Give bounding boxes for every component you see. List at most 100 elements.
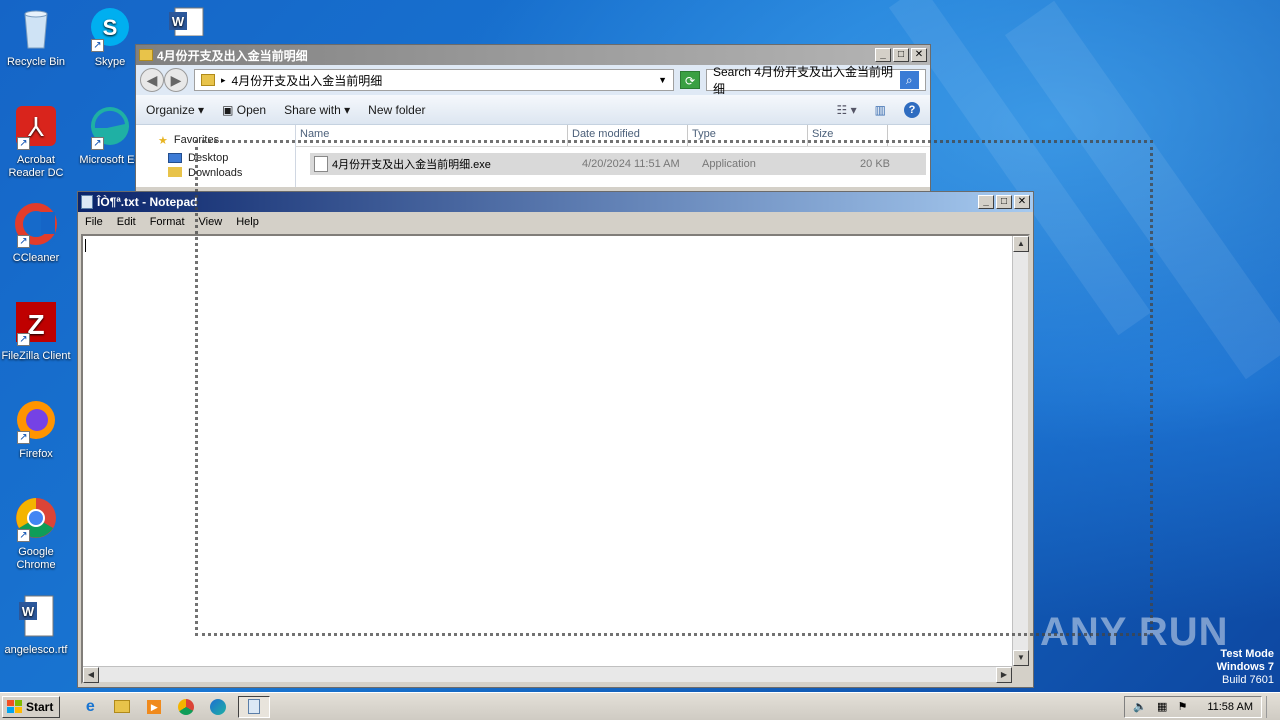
desktop-icon-acrobat[interactable]: ⅄ ↗ Acrobat Reader DC [0,104,72,180]
column-size[interactable]: Size [808,125,888,146]
flag-icon[interactable]: ⚑ [1177,700,1187,713]
desktop-icon-firefox[interactable]: ↗ Firefox [0,398,72,461]
text-editor[interactable]: ▲ ▼ ◀ ▶ [81,234,1030,684]
maximize-button[interactable]: □ [893,48,909,62]
explorer-titlebar[interactable]: 4月份开支及出入金当前明细 _ □ ✕ [136,45,930,65]
search-placeholder: Search 4月份开支及出入金当前明细 [713,65,894,96]
command-bar: Organize ▾ ▣ Open Share with ▾ New folde… [136,95,930,125]
address-bar[interactable]: ▸ 4月份开支及出入金当前明细 ▼ [194,69,674,91]
preview-pane-icon[interactable]: ▥ [875,103,886,117]
explorer-window[interactable]: 4月份开支及出入金当前明细 _ □ ✕ ◀ ▶ ▸ 4月份开支及出入金当前明细 … [135,44,931,194]
resize-grip[interactable] [1012,666,1028,682]
skype-icon: S ↗ [87,6,133,52]
ie-icon[interactable]: e [78,696,102,718]
search-icon[interactable]: ⌕ [899,71,919,89]
menu-view[interactable]: View [199,216,223,228]
shortcut-arrow-icon: ↗ [17,333,30,346]
forward-button[interactable]: ▶ [164,68,188,92]
media-player-icon[interactable]: ▶ [142,696,166,718]
address-row: ◀ ▶ ▸ 4月份开支及出入金当前明细 ▼ ⟳ Search 4月份开支及出入金… [136,65,930,96]
horizontal-scrollbar[interactable]: ◀ ▶ [83,666,1012,683]
help-icon[interactable]: ? [904,101,920,118]
breadcrumb: 4月份开支及出入金当前明细 [231,73,383,88]
svg-text:Z: Z [27,309,44,340]
menu-file[interactable]: File [85,216,103,228]
menu-edit[interactable]: Edit [117,216,136,228]
desktop-icon-filezilla[interactable]: Z ↗ FileZilla Client [0,300,72,363]
windows-logo-icon [7,700,22,713]
file-row[interactable]: 4月份开支及出入金当前明细.exe 4/20/2024 11:51 AM App… [310,153,926,175]
menu-format[interactable]: Format [150,216,185,228]
notepad-titlebar[interactable]: ÎÒ¶ª.txt - Notepad _ □ ✕ [78,192,1033,212]
shortcut-arrow-icon: ↗ [91,39,104,52]
scroll-left-button[interactable]: ◀ [83,667,99,683]
scroll-right-button[interactable]: ▶ [996,667,1012,683]
open-button[interactable]: ▣ Open [222,103,266,117]
ccleaner-icon: ↗ [13,202,59,248]
menu-bar: File Edit Format View Help [78,212,1033,232]
nav-downloads-label: Downloads [188,167,243,177]
desktop-icon-rtf[interactable]: W angelesco.rtf [0,594,72,657]
search-input[interactable]: Search 4月份开支及出入金当前明细 ⌕ [706,65,926,96]
start-button[interactable]: Start [2,695,61,718]
notepad-icon [81,195,93,209]
scroll-up-button[interactable]: ▲ [1013,236,1029,252]
text-caret [85,239,86,252]
file-date: 4/20/2024 11:51 AM [582,158,680,170]
scroll-down-button[interactable]: ▼ [1013,650,1029,666]
show-desktop-button[interactable] [1266,695,1280,718]
star-icon: ★ [158,134,168,147]
organize-button[interactable]: Organize ▾ [146,103,204,117]
notepad-window[interactable]: ÎÒ¶ª.txt - Notepad _ □ ✕ File Edit Forma… [77,191,1034,688]
desktop-icon-ccleaner[interactable]: ↗ CCleaner [0,202,72,265]
nav-downloads[interactable]: Downloads [136,167,295,177]
back-button[interactable]: ◀ [140,68,164,92]
shortcut-arrow-icon: ↗ [17,137,30,150]
vertical-scrollbar[interactable]: ▲ ▼ [1012,236,1029,666]
maximize-button[interactable]: □ [996,195,1012,209]
column-date[interactable]: Date modified [568,125,688,146]
notepad-taskbar-button[interactable] [238,695,271,718]
open-label: Open [236,102,267,117]
view-options-icon[interactable]: ☷ ▾ [837,103,857,117]
refresh-button[interactable]: ⟳ [680,71,700,89]
desktop-icon [168,153,182,163]
column-type[interactable]: Type [688,125,808,146]
desktop-icon-recycle-bin[interactable]: Recycle Bin [0,6,72,69]
desktop-icon-chrome[interactable]: ↗ Google Chrome [0,496,72,572]
filezilla-icon: Z ↗ [13,300,59,346]
column-name[interactable]: Name [296,125,568,146]
nav-desktop-label: Desktop [188,152,229,164]
svg-text:W: W [22,604,35,619]
menu-help[interactable]: Help [236,216,259,228]
chrome-icon: ↗ [13,496,59,542]
explorer-title: 4月份开支及出入金当前明细 [157,48,308,63]
anyrun-logo: ANY RUN [1040,610,1229,654]
organize-label: Organize [146,102,195,117]
chevron-down-icon[interactable]: ▼ [658,75,667,85]
shortcut-arrow-icon: ↗ [17,235,30,248]
nav-favorites[interactable]: ★ Favorites [136,131,295,149]
desktop-icon-label: Firefox [19,448,53,460]
clock[interactable]: 11:58 AM [1207,701,1253,713]
rtf-doc-icon: W [13,594,59,640]
share-with-button[interactable]: Share with ▾ [284,103,350,117]
network-icon[interactable]: ▦ [1157,700,1167,713]
desktop-icon-label: Acrobat Reader DC [8,154,64,179]
folder-icon [201,74,215,86]
new-folder-button[interactable]: New folder [368,103,425,117]
close-button[interactable]: ✕ [911,48,927,62]
explorer-taskbar-icon[interactable] [110,696,134,718]
share-with-label: Share with [284,102,341,117]
nav-desktop[interactable]: Desktop [136,149,295,167]
minimize-button[interactable]: _ [875,48,891,62]
chrome-taskbar-icon[interactable] [174,696,198,718]
svg-text:S: S [103,15,118,40]
explorer-content: ★ Favorites Desktop Downloads Name Date … [136,125,930,187]
folder-icon [139,49,153,61]
volume-icon[interactable]: 🔈 [1133,700,1147,713]
edge-taskbar-icon[interactable] [206,696,230,718]
os-name-label: Windows 7 [1216,661,1274,673]
close-button[interactable]: ✕ [1014,195,1030,209]
minimize-button[interactable]: _ [978,195,994,209]
